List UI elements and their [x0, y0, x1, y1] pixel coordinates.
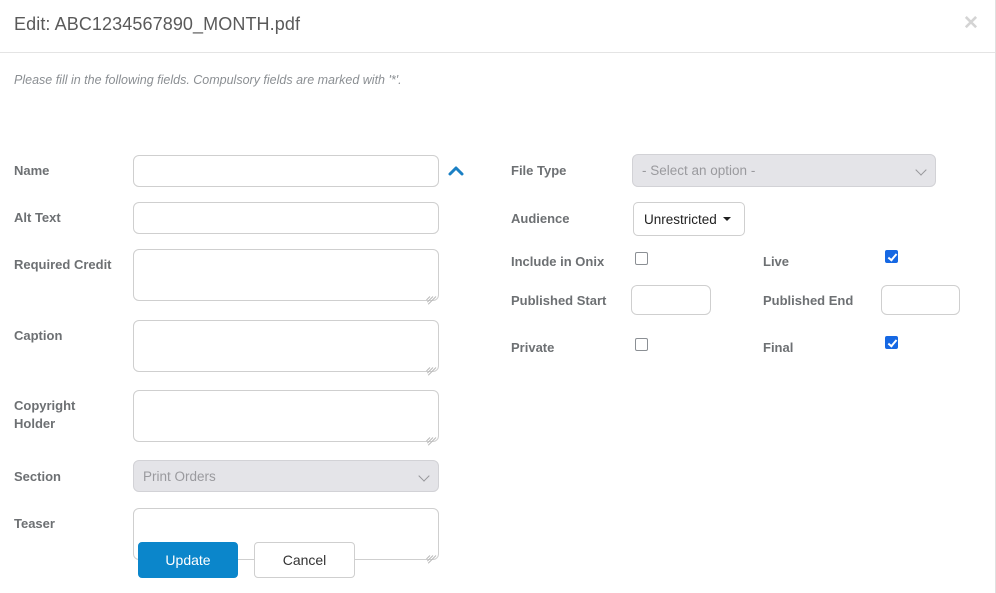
final-checkbox[interactable] — [885, 336, 898, 349]
label-copyright-holder-line1: Copyright — [14, 398, 76, 413]
label-teaser: Teaser — [14, 516, 55, 531]
section-select[interactable]: Print Orders — [133, 460, 439, 492]
label-file-type: File Type — [511, 163, 567, 178]
label-required-credit: Required Credit — [14, 257, 112, 272]
label-final: Final — [763, 340, 794, 355]
caption-textarea[interactable] — [133, 320, 439, 372]
file-type-select[interactable]: - Select an option - — [632, 154, 936, 187]
label-copyright-holder: Copyright Holder — [14, 397, 124, 433]
close-icon[interactable]: ✕ — [959, 12, 983, 36]
page-title: Edit: ABC1234567890_MONTH.pdf — [14, 14, 301, 34]
label-audience: Audience — [511, 211, 570, 226]
label-section: Section — [14, 469, 61, 484]
published-start-input[interactable] — [631, 285, 711, 315]
modal-body: Please fill in the following fields. Com… — [0, 53, 995, 593]
label-caption: Caption — [14, 328, 63, 343]
audience-dropdown-button[interactable]: Unrestricted — [633, 202, 745, 236]
label-name: Name — [14, 163, 50, 178]
edit-file-modal: Edit: ABC1234567890_MONTH.pdf ✕ Please f… — [0, 0, 996, 593]
label-live: Live — [763, 254, 790, 269]
label-published-end: Published End — [763, 293, 854, 308]
update-button[interactable]: Update — [138, 542, 238, 578]
form-instructions: Please fill in the following fields. Com… — [14, 73, 402, 87]
name-input[interactable] — [133, 155, 439, 187]
required-credit-textarea[interactable] — [133, 249, 439, 301]
label-include-in-onix: Include in Onix — [511, 254, 605, 269]
caret-down-icon — [722, 216, 731, 221]
label-copyright-holder-line2: Holder — [14, 416, 56, 431]
audience-selected-value: Unrestricted — [644, 211, 717, 227]
label-published-start: Published Start — [511, 293, 607, 308]
live-checkbox[interactable] — [885, 250, 898, 263]
alt-text-input[interactable] — [133, 202, 439, 234]
copyright-holder-textarea[interactable] — [133, 390, 439, 442]
include-in-onix-checkbox[interactable] — [635, 252, 648, 265]
label-private: Private — [511, 340, 555, 355]
cancel-button[interactable]: Cancel — [254, 542, 355, 578]
private-checkbox[interactable] — [635, 338, 648, 351]
chevron-up-icon[interactable] — [446, 161, 466, 181]
published-end-input[interactable] — [881, 285, 960, 315]
label-alt-text: Alt Text — [14, 210, 61, 225]
modal-header: Edit: ABC1234567890_MONTH.pdf ✕ — [0, 0, 995, 53]
